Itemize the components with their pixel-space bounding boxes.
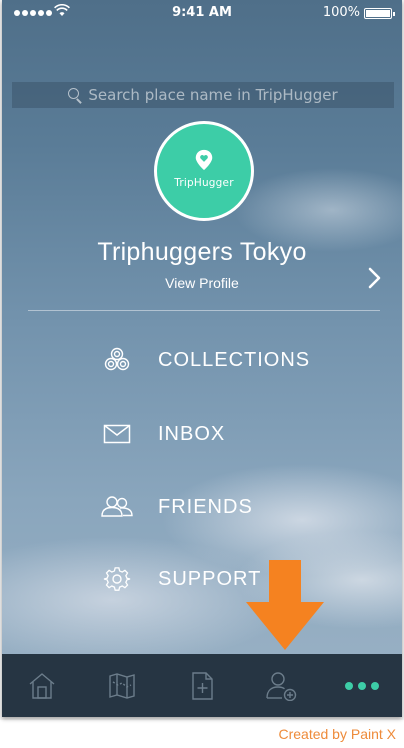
map-icon bbox=[109, 672, 135, 699]
menu-item-inbox[interactable]: INBOX bbox=[100, 414, 360, 454]
phone-frame: 9:41 AM 100% Search place name in TripHu… bbox=[0, 0, 404, 720]
tab-add-friend[interactable] bbox=[242, 654, 322, 717]
map-pin-heart-icon bbox=[195, 149, 213, 171]
envelope-icon bbox=[100, 417, 134, 451]
menu-label-inbox: INBOX bbox=[158, 422, 226, 445]
credit-text: Created by Paint X bbox=[278, 726, 396, 742]
menu-item-collections[interactable]: COLLECTIONS bbox=[100, 340, 360, 380]
tab-more[interactable] bbox=[322, 654, 402, 717]
tab-home[interactable] bbox=[2, 654, 82, 717]
profile-name: Triphuggers Tokyo bbox=[97, 238, 307, 266]
search-icon bbox=[68, 88, 82, 102]
tab-bar bbox=[2, 654, 402, 717]
add-user-icon bbox=[266, 671, 297, 701]
profile-avatar[interactable]: TripHugger bbox=[154, 121, 254, 221]
battery-icon bbox=[364, 8, 395, 19]
add-document-icon bbox=[192, 671, 213, 700]
more-dots-icon bbox=[345, 681, 379, 690]
down-arrow-icon bbox=[246, 560, 324, 650]
search-placeholder: Search place name in TripHugger bbox=[88, 86, 338, 104]
gear-icon bbox=[100, 562, 134, 596]
tab-new[interactable] bbox=[162, 654, 242, 717]
status-bar: 9:41 AM 100% bbox=[2, 0, 402, 26]
menu-label-collections: COLLECTIONS bbox=[158, 348, 311, 371]
tab-map[interactable] bbox=[82, 654, 162, 717]
search-bar[interactable]: Search place name in TripHugger bbox=[12, 82, 394, 108]
battery-percent: 100% bbox=[322, 5, 360, 20]
view-profile-link[interactable]: View Profile bbox=[2, 275, 402, 291]
avatar-label: TripHugger bbox=[174, 177, 234, 189]
menu-item-friends[interactable]: FRIENDS bbox=[100, 487, 360, 527]
friends-icon bbox=[100, 490, 134, 524]
chevron-right-icon[interactable] bbox=[364, 266, 384, 290]
home-icon bbox=[29, 672, 55, 699]
menu-label-friends: FRIENDS bbox=[158, 495, 253, 518]
app-screen: 9:41 AM 100% Search place name in TripHu… bbox=[2, 0, 402, 717]
divider bbox=[28, 310, 380, 311]
collections-icon bbox=[100, 343, 134, 377]
